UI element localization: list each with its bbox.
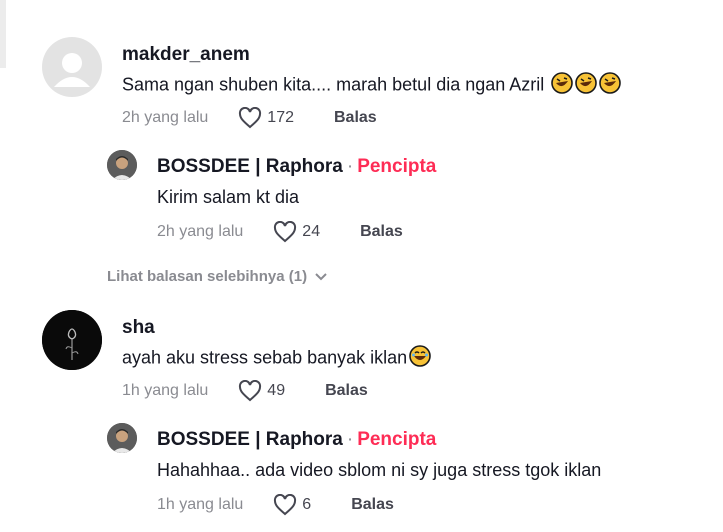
rose-icon	[42, 310, 102, 370]
view-more-label: Lihat balasan selebihnya (1)	[107, 268, 308, 285]
reply-button[interactable]: Balas	[360, 223, 403, 241]
creator-badge: Pencipta	[357, 156, 437, 177]
reply-button[interactable]: Balas	[351, 496, 394, 514]
comment-time: 2h yang lalu	[122, 109, 209, 126]
reply-item: BOSSDEE | Raphora · Pencipta Kirim salam k…	[0, 140, 723, 260]
comment-username[interactable]: sha	[122, 317, 155, 339]
comment-meta: 1h yang lalu 49 Balas	[122, 380, 368, 402]
reply-username-text: BOSSDEE | Raphora	[157, 156, 343, 177]
rolling-laughing-emoji-icon	[551, 72, 574, 99]
avatar[interactable]	[42, 37, 102, 97]
like-button[interactable]: 49	[238, 380, 285, 402]
heart-icon	[274, 221, 297, 243]
default-user-icon	[54, 53, 90, 87]
reply-username[interactable]: BOSSDEE | Raphora · Pencipta	[157, 156, 436, 178]
creator-photo-icon	[107, 423, 137, 453]
heart-icon	[274, 494, 297, 516]
comment-item: sha ayah aku stress sebab banyak iklan 1…	[0, 300, 723, 412]
like-count: 49	[267, 382, 286, 399]
reply-time: 2h yang lalu	[157, 223, 244, 240]
avatar[interactable]	[42, 310, 102, 370]
like-count: 24	[302, 223, 321, 240]
creator-avatar[interactable]	[107, 423, 137, 453]
laughing-emoji-icon	[409, 345, 431, 372]
comment-item: makder_anem Sama ngan shuben kita.... ma…	[0, 0, 723, 140]
heart-icon	[239, 380, 262, 402]
like-button[interactable]: 24	[273, 221, 320, 243]
rolling-laughing-emoji-icon	[575, 72, 598, 99]
comment-text: Sama ngan shuben kita.... marah betul di…	[122, 72, 622, 99]
comment-text: ayah aku stress sebab banyak iklan	[122, 345, 431, 372]
heart-icon	[239, 107, 262, 129]
comment-meta: 2h yang lalu 172 Balas	[122, 107, 377, 129]
separator-dot: ·	[346, 429, 354, 450]
view-more-replies-button[interactable]: Lihat balasan selebihnya (1)	[107, 268, 327, 285]
like-count: 6	[302, 496, 312, 513]
comment-username[interactable]: makder_anem	[122, 44, 250, 66]
reply-username[interactable]: BOSSDEE | Raphora · Pencipta	[157, 429, 436, 451]
creator-photo-icon	[107, 150, 137, 180]
reply-button[interactable]: Balas	[334, 109, 377, 127]
creator-avatar[interactable]	[107, 150, 137, 180]
like-button[interactable]: 6	[273, 494, 311, 516]
reply-meta: 2h yang lalu 24 Balas	[157, 221, 403, 243]
comment-text-content: Sama ngan shuben kita.... marah betul di…	[122, 74, 545, 95]
reply-button[interactable]: Balas	[325, 382, 368, 400]
like-count: 172	[267, 109, 294, 126]
reply-time: 1h yang lalu	[157, 496, 244, 513]
comment-text-content: ayah aku stress sebab banyak iklan	[122, 347, 408, 368]
comment-time: 1h yang lalu	[122, 382, 209, 399]
reply-text: Kirim salam kt dia	[157, 187, 300, 207]
reply-username-text: BOSSDEE | Raphora	[157, 429, 343, 450]
creator-badge: Pencipta	[357, 429, 437, 450]
reply-text: Hahahhaa.. ada video sblom ni sy juga st…	[157, 460, 602, 480]
reply-item: BOSSDEE | Raphora · Pencipta Hahahhaa.. ad…	[0, 413, 723, 532]
chevron-down-icon	[315, 272, 327, 280]
like-button[interactable]: 172	[238, 107, 294, 129]
separator-dot: ·	[346, 156, 354, 177]
rolling-laughing-emoji-icon	[599, 72, 622, 99]
reply-meta: 1h yang lalu 6 Balas	[157, 494, 394, 516]
